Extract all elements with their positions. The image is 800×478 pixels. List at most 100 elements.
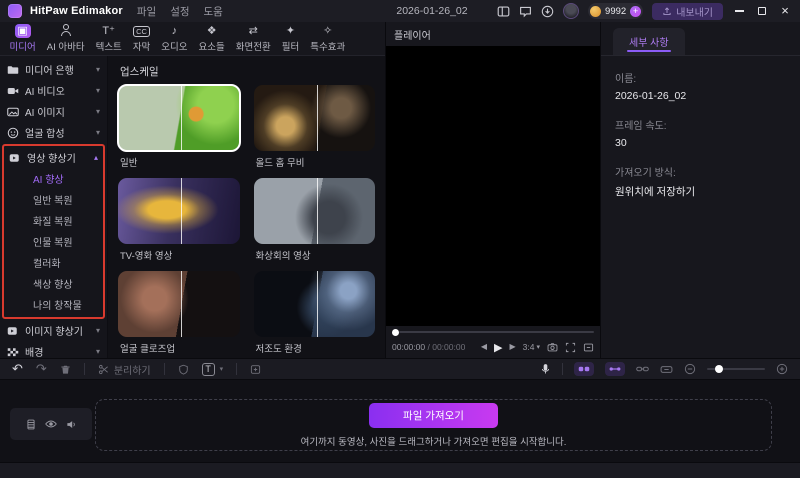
workspace: ▣ 미디어 AI 아바타 T⁺ 텍스트 CC 자막 ♪ 오디오 [0,22,800,358]
timeline-zoom-slider[interactable] [707,368,765,370]
crop-icon[interactable] [250,364,261,375]
feedback-icon[interactable] [519,5,532,18]
menu-help[interactable]: 도움 [204,4,223,19]
magnet-snap-toggle[interactable] [605,362,625,376]
avatar-icon [60,24,72,38]
sidebar-subitem-my-creations[interactable]: 나의 창작물 [4,294,103,315]
sidebar-subitem-quality-restore[interactable]: 화질 복원 [4,210,103,231]
export-button[interactable]: 내보내기 [652,3,723,20]
app-window: HitPaw Edimakor 파일 설정 도움 2026-01-26_02 9… [0,0,800,478]
track-header [10,408,92,440]
upload-icon [662,6,672,16]
redo-button[interactable]: ↷ [36,361,47,377]
sidebar-item-ai-image[interactable]: AI 이미지 ▾ [0,101,107,122]
split-button[interactable]: 분리하기 [98,362,151,377]
preset-face-closeup[interactable]: 얼굴 클로즈업 [118,271,240,360]
preset-old-home-movie[interactable]: 올드 홈 무비 [254,85,376,174]
tab-transitions[interactable]: ⇄ 화면전환 [230,24,276,53]
frame-rate-value: 30 [615,137,786,149]
import-files-button[interactable]: 파일 가져오기 [369,403,498,428]
menu-file[interactable]: 파일 [137,4,156,19]
preset-tv-movie[interactable]: TV-영화 영상 [118,178,240,267]
next-frame-button[interactable]: ▶ [510,343,516,351]
sidebar-subitem-general-restore[interactable]: 일반 복원 [4,189,103,210]
sidebar-subitem-portrait-restore[interactable]: 인물 복원 [4,231,103,252]
player-title: 플레이어 [386,22,600,46]
visibility-toggle[interactable] [45,419,57,429]
preset-thumbnail[interactable] [118,271,240,337]
text-tool-button[interactable]: T▾ [202,363,224,376]
tab-ai-avatar[interactable]: AI 아바타 [41,24,90,53]
tab-filters[interactable]: ✦ 필터 [276,24,304,53]
fullscreen-icon[interactable] [583,342,594,353]
sidebar: 미디어 은행 ▾ AI 비디오 ▾ AI 이미지 ▾ [0,56,108,358]
sidebar-item-background[interactable]: 배경 ▾ [0,341,107,358]
add-credits-button[interactable]: + [630,6,641,17]
fit-timeline-icon[interactable] [660,364,673,375]
zoom-out-icon[interactable] [684,363,696,375]
preset-thumbnail[interactable] [254,85,376,151]
face-icon [7,127,19,139]
sidebar-item-face-swap[interactable]: 얼굴 합성 ▾ [0,122,107,143]
preset-thumbnail[interactable] [118,178,240,244]
sidebar-subitem-color-enhance[interactable]: 색상 향상 [4,273,103,294]
import-dropzone[interactable]: 파일 가져오기 여기까지 동영상, 사진을 드래그하거나 가져오면 편집을 시작… [95,399,772,451]
menu-settings[interactable]: 설정 [170,4,189,19]
sidebar-item-image-enhancer[interactable]: 이미지 향상기 ▾ [0,320,107,341]
close-button[interactable]: × [778,4,792,18]
mute-toggle[interactable] [66,419,77,430]
preset-video-conference[interactable]: 화상회의 영상 [254,178,376,267]
background-icon [7,346,19,358]
sidebar-item-media-bank[interactable]: 미디어 은행 ▾ [0,59,107,80]
prev-frame-button[interactable]: ◀ [481,343,487,351]
tab-elements[interactable]: ❖ 요소들 [193,24,230,53]
user-avatar[interactable] [563,3,579,19]
undo-button[interactable]: ↶ [12,361,23,377]
titlebar: HitPaw Edimakor 파일 설정 도움 2026-01-26_02 9… [0,0,800,22]
app-logo-icon [8,4,22,18]
play-button[interactable]: ▶ [494,341,502,354]
titlebar-right: 9992 + 내보내기 × [497,3,792,20]
delete-button[interactable] [60,364,71,375]
marker-icon[interactable] [178,364,189,375]
video-preview[interactable] [386,46,600,326]
link-clips-toggle[interactable] [574,362,594,376]
seek-bar[interactable] [386,326,600,338]
sidebar-subitem-colorize[interactable]: 컬러화 [4,252,103,273]
chevron-down-icon: ▾ [96,128,100,137]
image-enhancer-icon [7,325,19,337]
minimize-button[interactable] [732,4,746,18]
aspect-ratio-select[interactable]: 3:4▾ [523,342,540,352]
preset-gallery: 업스케일 일반 올드 홈 무비 TV-영화 영상 [108,56,385,358]
zoom-in-icon[interactable] [776,363,788,375]
preset-thumbnail[interactable] [254,271,376,337]
chain-link-icon[interactable] [636,364,649,374]
sidebar-item-video-enhancer[interactable]: 영상 향상기 ▴ [4,147,103,168]
fit-screen-icon[interactable] [565,342,576,353]
record-voiceover-icon[interactable] [540,363,551,375]
preset-low-light[interactable]: 저조도 환경 [254,271,376,360]
tab-details[interactable]: 세부 사항 [613,28,685,55]
layout-panels-icon[interactable] [497,5,510,18]
effects-icon: ✧ [323,24,332,38]
tab-subtitle[interactable]: CC 자막 [127,24,155,53]
field-frame-rate: 프레임 속도: 30 [615,117,786,149]
sidebar-subitem-ai-enhance[interactable]: AI 향상 [4,168,103,189]
tab-media[interactable]: ▣ 미디어 [4,24,41,53]
credits-badge[interactable]: 9992 + [588,3,643,19]
preset-thumbnail[interactable] [254,178,376,244]
zoom-slider-handle[interactable] [715,365,723,373]
preset-general[interactable]: 일반 [118,85,240,174]
sidebar-item-ai-video[interactable]: AI 비디오 ▾ [0,80,107,101]
tab-text[interactable]: T⁺ 텍스트 [90,24,127,53]
maximize-button[interactable] [755,4,769,18]
tab-effects[interactable]: ✧ 특수효과 [305,24,351,53]
download-icon[interactable] [541,5,554,18]
tab-audio[interactable]: ♪ 오디오 [156,24,193,53]
preset-thumbnail[interactable] [118,85,240,151]
chevron-down-icon: ▾ [536,343,540,351]
subtitle-icon: CC [133,24,150,38]
coin-icon [590,6,601,17]
snapshot-icon[interactable] [547,342,558,353]
seek-handle[interactable] [392,329,399,336]
